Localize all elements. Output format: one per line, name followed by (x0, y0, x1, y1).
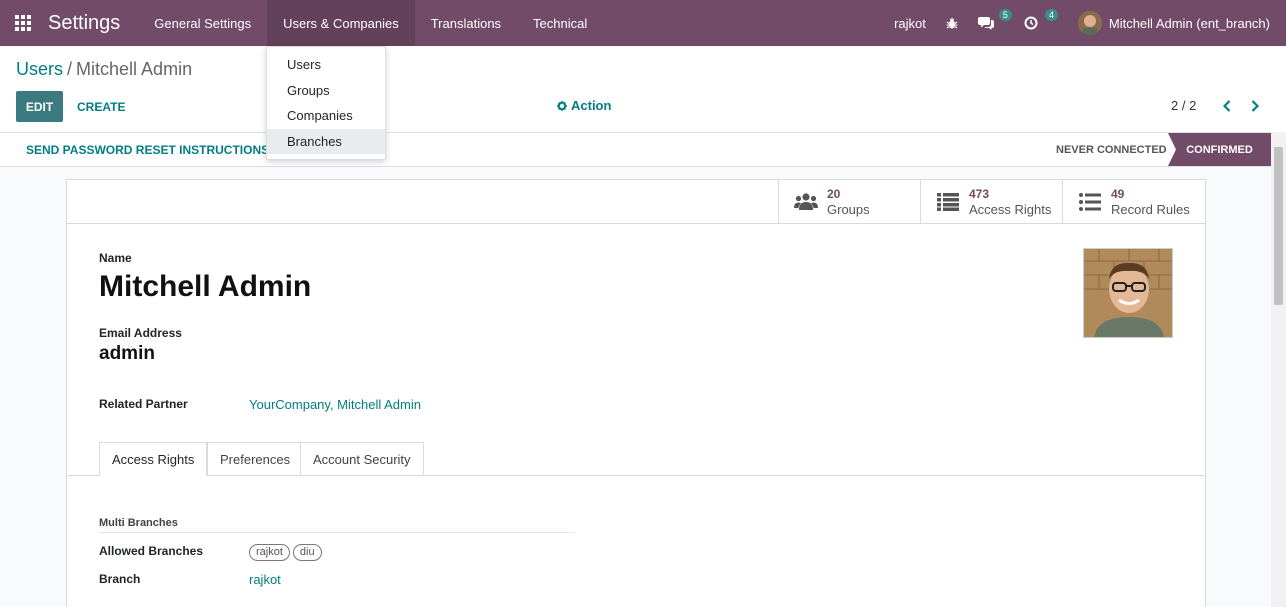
menu-translations[interactable]: Translations (415, 0, 517, 46)
record-rules-smart-button[interactable]: 49 Record Rules (1062, 180, 1204, 224)
user-name: Mitchell Admin (ent_branch) (1108, 15, 1270, 31)
smart-button-box: 20 Groups 473 Access Rights 49 Record Ru… (67, 180, 1205, 224)
activities-button[interactable]: 4 (1014, 0, 1060, 46)
related-partner-label: Related Partner (99, 397, 188, 411)
allowed-branches-field[interactable]: rajkot diu (249, 543, 325, 561)
allowed-branches-label: Allowed Branches (99, 544, 204, 558)
breadcrumb-current: Mitchell Admin (76, 59, 193, 79)
branch-label: Branch (99, 572, 141, 586)
groups-label: Groups (827, 202, 870, 217)
pager-previous-button[interactable] (1220, 97, 1234, 115)
create-button[interactable]: CREATE (73, 91, 129, 122)
notebook-tabs: Access Rights Preferences Account Securi… (67, 442, 1205, 476)
top-navbar: Settings General Settings Users & Compan… (0, 0, 1286, 46)
debug-bug-icon[interactable] (936, 0, 968, 46)
breadcrumb: Users / Mitchell Admin (16, 59, 192, 80)
groups-count: 20 (827, 187, 841, 201)
access-rights-smart-button[interactable]: 473 Access Rights (920, 180, 1062, 224)
action-menu-button[interactable]: Action (557, 98, 611, 113)
pager-value[interactable]: 2 / 2 (1171, 98, 1196, 113)
branch-value-link[interactable]: rajkot (249, 572, 281, 587)
app-title[interactable]: Settings (48, 12, 120, 35)
tab-account-security[interactable]: Account Security (300, 442, 424, 476)
access-rights-count: 473 (969, 187, 990, 201)
branch-switcher[interactable]: rajkot (884, 0, 936, 46)
name-value[interactable]: Mitchell Admin (99, 270, 311, 304)
chevron-right-icon (1251, 100, 1259, 112)
form-statusbar: SEND PASSWORD RESET INSTRUCTIONS NEVER C… (0, 132, 1271, 167)
chevron-left-icon (1223, 100, 1231, 112)
gear-icon (557, 100, 567, 111)
scrollbar-thumb[interactable] (1274, 147, 1283, 305)
record-rules-label: Record Rules (1111, 202, 1190, 217)
vertical-scrollbar[interactable] (1271, 132, 1286, 607)
tab-access-rights[interactable]: Access Rights (99, 442, 208, 476)
messages-count-badge: 5 (998, 9, 1012, 21)
user-photo[interactable] (1083, 248, 1173, 338)
tab-preferences[interactable]: Preferences (207, 442, 304, 476)
users-companies-dropdown: Users Groups Companies Branches (266, 46, 386, 160)
users-icon (793, 192, 819, 212)
stage-confirmed[interactable]: CONFIRMED (1168, 133, 1271, 166)
branch-tag-diu[interactable]: diu (292, 544, 322, 561)
stage-never-connected[interactable]: NEVER CONNECTED (1046, 133, 1177, 166)
list-icon (1077, 193, 1103, 211)
related-partner-link[interactable]: YourCompany, Mitchell Admin (249, 397, 421, 412)
menu-technical[interactable]: Technical (517, 0, 603, 46)
email-label: Email Address (99, 326, 182, 340)
activities-count-badge: 4 (1044, 9, 1058, 21)
user-menu[interactable]: Mitchell Admin (ent_branch) (1060, 0, 1286, 46)
clock-icon (1024, 16, 1038, 30)
multi-branches-section-title: Multi Branches (99, 517, 178, 529)
dropdown-item-branches[interactable]: Branches (267, 128, 385, 154)
dropdown-item-groups[interactable]: Groups (267, 78, 385, 104)
branch-tag-rajkot[interactable]: rajkot (249, 544, 290, 561)
breadcrumb-separator: / (67, 59, 73, 79)
dropdown-item-companies[interactable]: Companies (267, 103, 385, 129)
edit-button[interactable]: EDIT (16, 91, 63, 122)
form-sheet: 20 Groups 473 Access Rights 49 Record Ru… (66, 179, 1206, 607)
record-rules-count: 49 (1111, 187, 1125, 201)
breadcrumb-users-link[interactable]: Users (16, 59, 63, 79)
pager-next-button[interactable] (1248, 97, 1262, 115)
access-rights-label: Access Rights (969, 202, 1052, 217)
send-password-reset-button[interactable]: SEND PASSWORD RESET INSTRUCTIONS (26, 143, 269, 157)
chat-icon (977, 17, 994, 30)
action-label: Action (571, 98, 612, 113)
messages-button[interactable]: 5 (968, 0, 1014, 46)
menu-users-companies[interactable]: Users & Companies (267, 0, 415, 46)
menu-general-settings[interactable]: General Settings (138, 0, 267, 46)
user-avatar (1077, 11, 1102, 35)
name-label: Name (99, 251, 132, 265)
groups-smart-button[interactable]: 20 Groups (778, 180, 920, 224)
list-icon (935, 193, 961, 211)
dropdown-item-users[interactable]: Users (267, 52, 385, 78)
email-value[interactable]: admin (99, 343, 155, 365)
section-divider (99, 532, 575, 533)
apps-grid-icon[interactable] (0, 0, 46, 46)
